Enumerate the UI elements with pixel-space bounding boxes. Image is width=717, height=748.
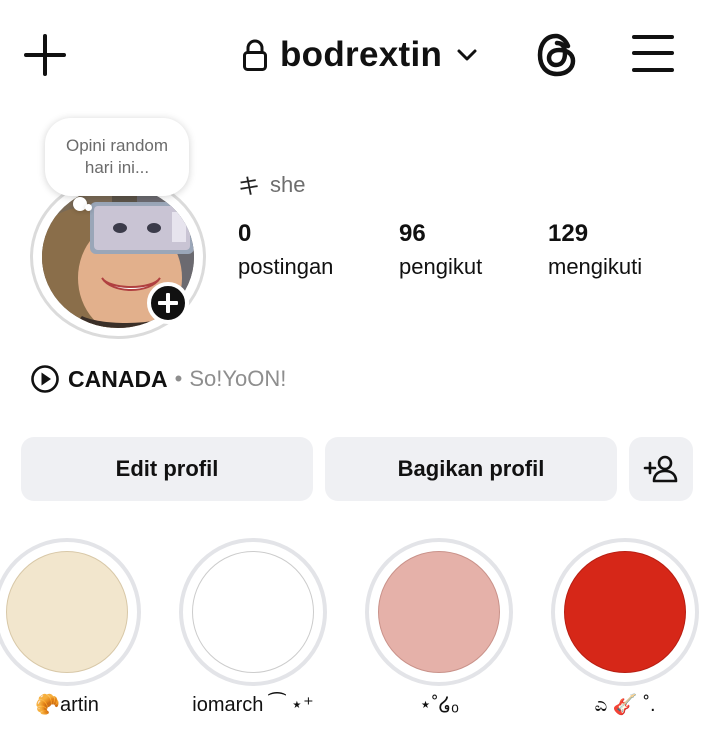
edit-profile-button[interactable]: Edit profil xyxy=(21,437,313,501)
play-circle-icon xyxy=(31,365,59,393)
story-highlight[interactable]: iomarch ⁀ ⋆⁺ xyxy=(179,538,327,717)
add-person-icon xyxy=(643,455,678,483)
share-profile-button[interactable]: Bagikan profil xyxy=(325,437,617,501)
highlight-label: ಎ 🎸 ˚. xyxy=(594,694,656,716)
highlight-ring xyxy=(551,538,699,686)
story-highlight[interactable]: ಎ 🎸 ˚. xyxy=(551,538,699,717)
posts-count: 0 xyxy=(238,220,252,247)
pronouns: she xyxy=(270,172,306,197)
pronouns-row: キ she xyxy=(238,170,306,200)
following-label: mengikuti xyxy=(548,254,643,279)
stat-following[interactable]: 129 mengikuti xyxy=(548,220,642,280)
followers-label: pengikut xyxy=(399,254,483,279)
followers-count: 96 xyxy=(399,220,426,247)
highlight-ring xyxy=(0,538,141,686)
note-bubble-tail-small xyxy=(85,204,92,211)
create-plus-icon[interactable] xyxy=(22,32,68,78)
highlight-cover xyxy=(564,551,686,673)
hamburger-menu-icon[interactable] xyxy=(632,35,676,75)
pronoun-symbol-icon: キ xyxy=(238,175,261,200)
profile-avatar-container[interactable] xyxy=(30,175,206,339)
posts-label: postingan xyxy=(238,254,334,279)
stat-followers[interactable]: 96 pengikut xyxy=(399,220,482,280)
highlight-cover xyxy=(192,551,314,673)
add-story-button[interactable] xyxy=(147,282,189,324)
music-separator: • xyxy=(174,366,183,391)
lock-icon xyxy=(243,39,267,71)
highlight-cover xyxy=(6,551,128,673)
music-title: CANADA xyxy=(68,365,168,392)
highlight-ring xyxy=(179,538,327,686)
highlight-label: ⋆˚໒ₒ xyxy=(419,694,459,716)
highlight-label: 🥐artin xyxy=(35,694,99,716)
discover-people-button[interactable] xyxy=(629,437,693,501)
stat-posts: 0 postingan xyxy=(238,220,333,280)
profile-music[interactable]: CANADA • So!YoON! xyxy=(30,362,286,396)
highlight-label: iomarch ⁀ ⋆⁺ xyxy=(192,694,314,716)
highlight-cover xyxy=(378,551,500,673)
chevron-down-icon xyxy=(457,49,477,61)
note-bubble[interactable]: Opini random hari ini... xyxy=(45,118,189,196)
music-artist: So!YoON! xyxy=(189,366,287,391)
threads-icon[interactable] xyxy=(535,32,579,78)
share-profile-label: Bagikan profil xyxy=(397,456,545,481)
top-bar: bodrextin xyxy=(0,0,717,110)
account-switcher[interactable]: bodrextin xyxy=(242,33,478,77)
note-text: Opini random hari ini... xyxy=(65,136,169,177)
following-count: 129 xyxy=(548,220,589,247)
story-highlight[interactable]: ⋆˚໒ₒ xyxy=(365,538,513,717)
edit-profile-label: Edit profil xyxy=(115,456,219,481)
highlight-ring xyxy=(365,538,513,686)
username: bodrextin xyxy=(280,35,443,74)
story-highlight[interactable]: 🥐artin xyxy=(0,538,141,717)
